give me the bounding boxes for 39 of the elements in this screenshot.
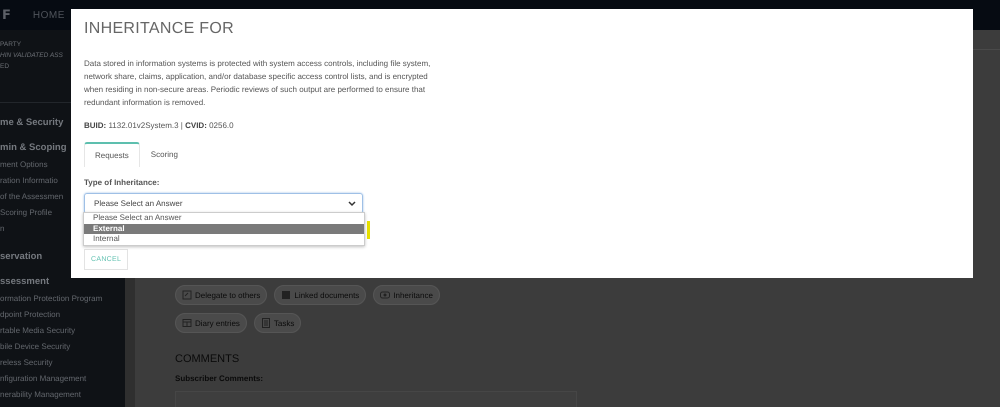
tab[interactable]: Requests: [84, 142, 140, 167]
dropdown-option[interactable]: Please Select an Answer: [84, 213, 364, 224]
sidebar-section[interactable]: ssessment: [0, 276, 50, 287]
dropdown-option[interactable]: External: [84, 224, 364, 234]
sidebar-item[interactable]: reless Security: [0, 355, 52, 371]
tasks-icon: [260, 318, 271, 328]
identifier-text: BUID: 1132.01v2System.3 | CVID: 0256.0: [84, 121, 235, 130]
action-chip[interactable]: Tasks: [254, 313, 302, 333]
tab[interactable]: Scoring: [140, 142, 189, 167]
chevron-down-icon: [348, 200, 356, 206]
dialog-title: INHERITANCE FOR: [84, 20, 235, 38]
action-chip[interactable]: Inheritance: [373, 285, 440, 305]
field-label: Type of Inheritance:: [84, 178, 160, 187]
sidebar-item[interactable]: nfiguration Management: [0, 371, 86, 387]
sidebar-item[interactable]: ment Options: [0, 157, 48, 173]
action-chip[interactable]: Delegate to others: [175, 285, 268, 305]
sidebar-item[interactable]: ormation Protection Program: [0, 291, 102, 307]
sidebar-item[interactable]: nerability Management: [0, 387, 81, 403]
dropdown-option[interactable]: Internal: [84, 234, 364, 244]
description: Data stored in information systems is protected with system access controls, including file system, network share, claims, application, and/or database specific access control lists, and is encrypted when residing in non-secure areas. Periodic reviews of such output are performed to ensure that redundant information is removed.: [84, 58, 432, 109]
sidebar-item[interactable]: of the Assessmen: [0, 189, 64, 205]
sidebar-section[interactable]: min & Scoping: [0, 142, 66, 153]
sidebar-item[interactable]: bile Device Security: [0, 339, 70, 355]
diary-icon: [182, 318, 192, 328]
sidebar-item[interactable]: rtable Media Security: [0, 323, 76, 339]
sidebar-section[interactable]: servation: [0, 251, 42, 262]
documents-icon: [281, 290, 292, 300]
sidebar-item[interactable]: dpoint Protection: [0, 307, 60, 323]
sidebar-item[interactable]: Scoring Profile: [0, 205, 52, 221]
action-chip[interactable]: Diary entries: [175, 313, 247, 333]
nav-link[interactable]: HOME: [32, 10, 65, 20]
delegate-icon: [182, 290, 192, 300]
sidebar-item[interactable]: n: [0, 221, 4, 237]
highlight-bar: [367, 221, 370, 239]
sidebar-section[interactable]: me & Security: [0, 117, 64, 128]
inheritance-icon: [380, 290, 390, 300]
logo[interactable]: F: [2, 8, 11, 22]
action-chip[interactable]: Linked documents: [274, 285, 366, 305]
sidebar-item[interactable]: ration Informatio: [0, 173, 58, 189]
